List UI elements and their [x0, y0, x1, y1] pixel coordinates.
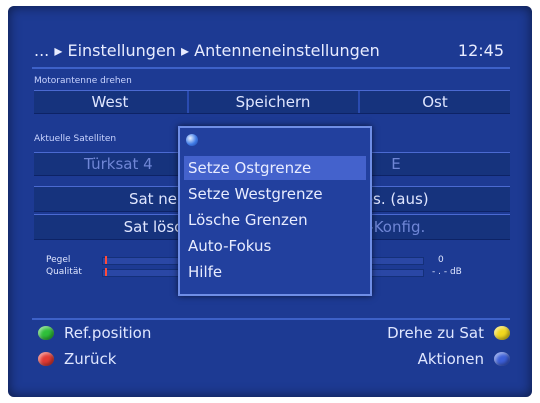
red-hint[interactable]: Zurück	[38, 350, 116, 368]
yellow-hint-label: Drehe zu Sat	[387, 324, 484, 342]
tv-screen: ... ▸ Einstellungen ▸ Antenneneinstellun…	[8, 6, 532, 397]
globe-icon	[186, 134, 198, 146]
west-button[interactable]: West	[34, 91, 186, 113]
menu-item-set-west-limit[interactable]: Setze Westgrenze	[184, 182, 366, 206]
satellite-name-suffix: E	[391, 155, 401, 173]
level-label: Pegel	[46, 255, 71, 265]
footer-divider	[32, 318, 510, 320]
menu-item-help[interactable]: Hilfe	[184, 260, 366, 284]
level-value: 0	[438, 255, 444, 265]
blue-button-icon	[494, 352, 510, 366]
red-hint-label: Zurück	[64, 350, 117, 368]
quality-value: - . - dB	[432, 267, 462, 277]
clock: 12:45	[457, 41, 504, 60]
yellow-button-icon	[494, 326, 510, 340]
motor-bar: West Speichern Ost	[34, 90, 510, 114]
breadcrumb: ... ▸ Einstellungen ▸ Antenneneinstellun…	[34, 41, 380, 60]
header-divider	[32, 67, 510, 69]
blue-hint[interactable]: Aktionen	[418, 350, 510, 368]
save-button[interactable]: Speichern	[189, 91, 357, 113]
menu-item-auto-focus[interactable]: Auto-Fokus	[184, 234, 366, 258]
actions-popup-menu: Setze Ostgrenze Setze Westgrenze Lösche …	[178, 126, 372, 296]
header: ... ▸ Einstellungen ▸ Antenneneinstellun…	[34, 36, 504, 66]
yellow-hint[interactable]: Drehe zu Sat	[387, 324, 510, 342]
green-hint-label: Ref.position	[64, 324, 152, 342]
quality-meter-marker	[105, 268, 107, 276]
level-meter-marker	[105, 256, 107, 264]
green-button-icon	[38, 326, 54, 340]
menu-item-set-east-limit[interactable]: Setze Ostgrenze	[184, 156, 366, 180]
satellite-caption: Aktuelle Satelliten	[34, 134, 117, 144]
east-button[interactable]: Ost	[360, 91, 510, 113]
red-button-icon	[38, 352, 54, 366]
green-hint[interactable]: Ref.position	[38, 324, 151, 342]
blue-hint-label: Aktionen	[417, 350, 484, 368]
motor-caption: Motorantenne drehen	[34, 76, 132, 86]
quality-label: Qualität	[46, 267, 82, 277]
menu-item-delete-limits[interactable]: Lösche Grenzen	[184, 208, 366, 232]
